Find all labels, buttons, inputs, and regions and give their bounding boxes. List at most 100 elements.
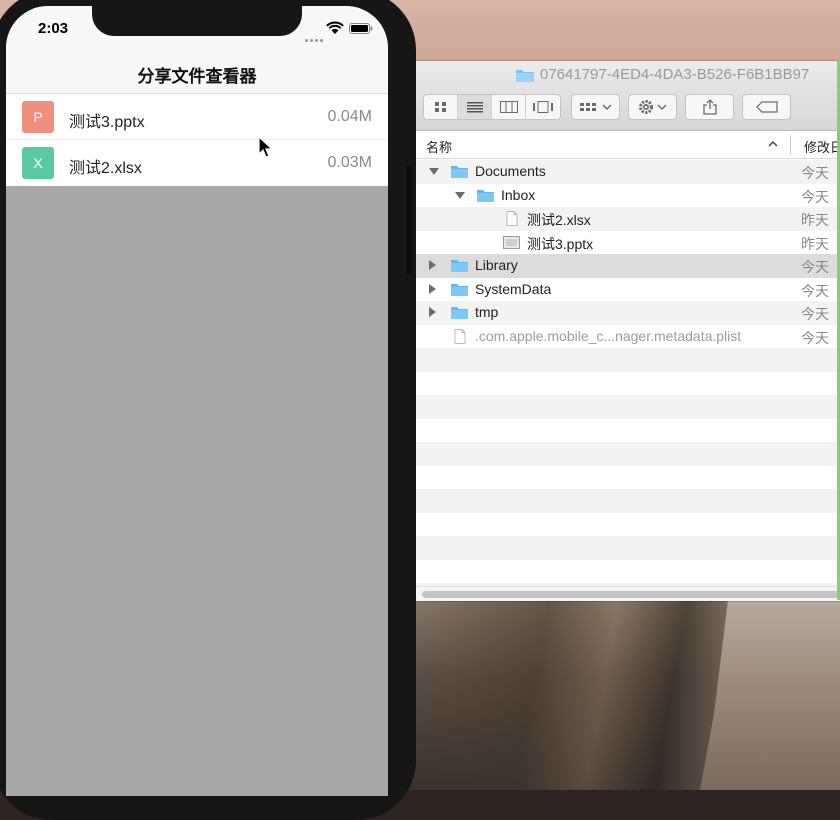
finder-row[interactable]: .com.apple.mobile_c...nager.metadata.pli… bbox=[416, 325, 840, 349]
finder-title-bar[interactable]: 07641797-4ED4-4DA3-B526-F6B1BB97 bbox=[416, 61, 840, 87]
empty-row-stripe bbox=[416, 348, 840, 372]
document-icon bbox=[502, 211, 521, 226]
gallery-view-button[interactable] bbox=[526, 95, 560, 119]
folder-icon bbox=[476, 188, 495, 203]
chevron-down-icon bbox=[601, 104, 612, 111]
grid-icon bbox=[434, 102, 446, 112]
disclosure-open-icon[interactable] bbox=[455, 191, 465, 199]
action-button[interactable] bbox=[628, 94, 677, 120]
finder-row[interactable]: Library 今天 bbox=[416, 254, 840, 278]
tag-icon bbox=[755, 101, 778, 113]
finder-row-date: 昨天 bbox=[801, 212, 829, 228]
folder-icon bbox=[450, 282, 469, 297]
empty-row-stripe bbox=[416, 371, 840, 395]
file-name: 测试2.xlsx bbox=[69, 160, 142, 177]
arrange-grid-icon bbox=[579, 103, 596, 111]
disclosure-closed-icon[interactable] bbox=[429, 260, 436, 270]
finder-row-date: 今天 bbox=[801, 188, 829, 205]
chevron-down-icon bbox=[657, 104, 667, 111]
empty-row-stripe bbox=[416, 418, 840, 442]
folder-icon bbox=[450, 305, 469, 320]
disclosure-closed-icon[interactable] bbox=[429, 283, 436, 294]
finder-row[interactable]: SystemData 今天 bbox=[416, 278, 840, 302]
finder-row-label: .com.apple.mobile_c...nager.metadata.pli… bbox=[475, 327, 742, 344]
navigation-bar: 分享文件查看器 bbox=[6, 50, 388, 94]
cover-flow-icon bbox=[533, 101, 553, 113]
wifi-icon bbox=[326, 21, 344, 34]
finder-row-label: Library bbox=[475, 257, 518, 273]
empty-row-stripe bbox=[416, 442, 840, 466]
pptx-file-icon: P bbox=[22, 101, 54, 133]
arrange-button[interactable] bbox=[571, 94, 620, 120]
file-row[interactable]: P 测试3.pptx 0.04M bbox=[6, 94, 388, 140]
disclosure-open-icon[interactable] bbox=[429, 168, 439, 175]
empty-rows bbox=[416, 348, 840, 601]
finder-row[interactable]: tmp 今天 bbox=[416, 301, 840, 325]
disclosure-closed-icon[interactable] bbox=[429, 307, 436, 317]
share-button[interactable] bbox=[685, 94, 734, 120]
file-size: 0.03M bbox=[327, 154, 372, 171]
finder-window: 07641797-4ED4-4DA3-B526-F6B1BB97 名称 修改日 … bbox=[416, 61, 840, 601]
finder-row[interactable]: 测试3.pptx 昨天 bbox=[416, 231, 840, 255]
column-header: 名称 修改日 bbox=[416, 131, 840, 159]
empty-row-stripe bbox=[416, 512, 840, 536]
empty-row-stripe bbox=[416, 465, 840, 489]
column-name-header[interactable]: 名称 bbox=[426, 137, 452, 156]
page-title: 分享文件查看器 bbox=[137, 67, 257, 86]
column-view-button[interactable] bbox=[492, 95, 526, 119]
file-tree: Documents 今天 Inbox 今天 测试2.xlsx 昨天 测试3.pptx 昨天 Li… bbox=[416, 160, 840, 348]
signal-icon bbox=[305, 29, 325, 42]
folder-icon bbox=[450, 258, 469, 273]
finder-row-date: 今天 bbox=[801, 282, 829, 299]
finder-row-label: 测试3.pptx bbox=[527, 235, 594, 252]
file-size: 0.04M bbox=[327, 108, 372, 125]
finder-row-label: 测试2.xlsx bbox=[527, 212, 591, 228]
finder-row-date: 今天 bbox=[801, 259, 829, 275]
list-view-button[interactable] bbox=[458, 95, 492, 119]
icon-view-button[interactable] bbox=[424, 95, 458, 119]
status-time: 2:03 bbox=[38, 20, 69, 37]
column-modified-header[interactable]: 修改日 bbox=[804, 137, 840, 156]
column-divider[interactable] bbox=[790, 135, 791, 155]
finder-row-label: SystemData bbox=[475, 280, 552, 297]
finder-row-date: 今天 bbox=[801, 165, 829, 181]
horizontal-scrollbar[interactable] bbox=[416, 586, 840, 601]
battery-icon bbox=[349, 23, 373, 34]
empty-row-stripe bbox=[416, 489, 840, 513]
finder-row-label: Inbox bbox=[501, 186, 536, 203]
side-button bbox=[406, 165, 412, 275]
gear-icon bbox=[639, 100, 653, 114]
share-icon bbox=[702, 99, 717, 115]
sort-ascending-icon bbox=[768, 140, 778, 147]
finder-row[interactable]: Documents 今天 bbox=[416, 160, 840, 184]
finder-row[interactable]: 测试2.xlsx 昨天 bbox=[416, 207, 840, 231]
view-mode-switcher bbox=[423, 94, 561, 120]
tag-button[interactable] bbox=[742, 94, 791, 120]
document-icon bbox=[450, 328, 469, 344]
phone-screen: 2:03 分享文件查看器 P 测试3.pptx 0.04M X 测试2.xlsx… bbox=[6, 6, 388, 796]
finder-row-label: tmp bbox=[475, 304, 499, 320]
folder-icon bbox=[450, 164, 469, 179]
finder-row-date: 今天 bbox=[801, 329, 829, 346]
presentation-file-icon bbox=[502, 235, 521, 250]
finder-row[interactable]: Inbox 今天 bbox=[416, 184, 840, 208]
iphone-frame: 2:03 分享文件查看器 P 测试3.pptx 0.04M X 测试2.xlsx… bbox=[0, 0, 416, 820]
finder-row-date: 昨天 bbox=[801, 235, 829, 252]
notch bbox=[92, 6, 302, 36]
shared-file-list: P 测试3.pptx 0.04M X 测试2.xlsx 0.03M bbox=[6, 94, 388, 186]
xlsx-file-icon: X bbox=[22, 147, 54, 179]
finder-row-label: Documents bbox=[475, 163, 546, 179]
finder-window-title: 07641797-4ED4-4DA3-B526-F6B1BB97 bbox=[540, 66, 810, 83]
list-icon bbox=[466, 102, 483, 113]
mouse-cursor-icon bbox=[258, 136, 274, 158]
file-name: 测试3.pptx bbox=[69, 114, 145, 131]
file-row[interactable]: X 测试2.xlsx 0.03M bbox=[6, 140, 388, 186]
columns-icon bbox=[499, 101, 518, 113]
empty-row-stripe bbox=[416, 395, 840, 419]
empty-row-stripe bbox=[416, 559, 840, 583]
scrollbar-thumb[interactable] bbox=[422, 591, 840, 598]
empty-row-stripe bbox=[416, 536, 840, 560]
finder-toolbar bbox=[416, 87, 840, 131]
finder-row-date: 今天 bbox=[801, 306, 829, 322]
folder-icon bbox=[516, 70, 534, 82]
